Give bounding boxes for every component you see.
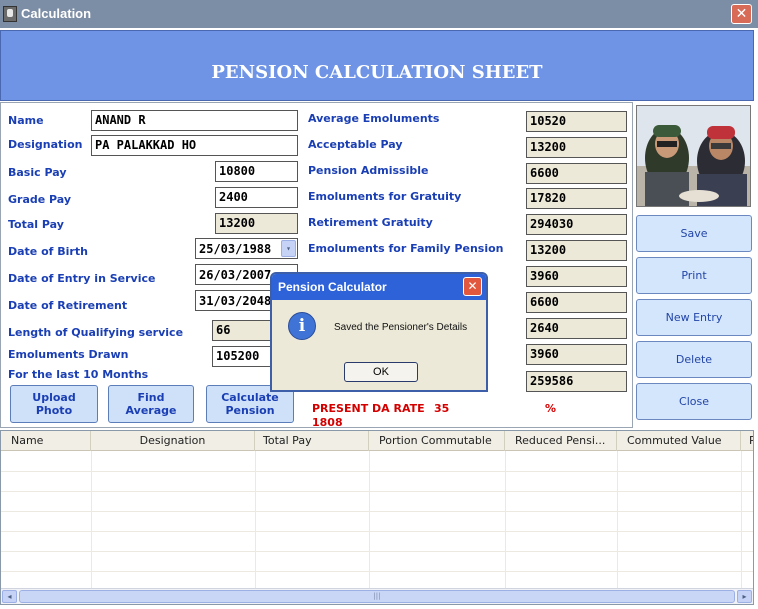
column-header-commuted-value[interactable]: Commuted Value: [617, 431, 741, 451]
doe-value: 26/03/2007: [199, 267, 272, 282]
dob-date-picker[interactable]: 25/03/1988 ▾: [195, 238, 298, 259]
emoluments-family-pension-field: 13200: [526, 240, 627, 261]
new-entry-button[interactable]: New Entry: [636, 299, 752, 336]
pension-admissible-label: Pension Admissible: [308, 164, 429, 177]
designation-label: Designation: [8, 138, 83, 151]
total-pay-label: Total Pay: [8, 218, 64, 231]
grade-pay-field[interactable]: 2400: [215, 187, 298, 208]
qualifying-service-field: 66: [212, 320, 272, 341]
delete-button[interactable]: Delete: [636, 341, 752, 378]
da-rate-label: PRESENT DA RATE: [312, 402, 425, 415]
qualifying-service-label: Length of Qualifying service: [8, 326, 184, 339]
pension-field-10: 3960: [526, 344, 627, 365]
scroll-thumb[interactable]: |||: [19, 590, 735, 603]
last-10-months-label: For the last 10 Months: [8, 368, 149, 381]
basic-pay-label: Basic Pay: [8, 166, 67, 179]
pension-calculator-dialog: Pension Calculator ✕ i Saved the Pension…: [270, 272, 488, 392]
emoluments-drawn-label: Emoluments Drawn: [8, 348, 129, 361]
name-label: Name: [8, 114, 44, 127]
dob-label: Date of Birth: [8, 245, 88, 258]
acceptable-pay-label: Acceptable Pay: [308, 138, 403, 151]
chevron-down-icon[interactable]: ▾: [281, 240, 296, 257]
grid-header: Name Designation Total Pay Portion Commu…: [1, 431, 753, 451]
page-title: PENSION CALCULATION SHEET: [211, 62, 543, 83]
column-header-p[interactable]: P: [741, 431, 753, 451]
pensioner-photo-image: [637, 106, 750, 206]
dialog-close-button[interactable]: ✕: [463, 277, 482, 296]
column-header-portion-commutable[interactable]: Portion Commutable: [369, 431, 505, 451]
info-icon: i: [288, 312, 316, 340]
doe-label: Date of Entry in Service: [8, 272, 156, 285]
designation-field[interactable]: PA PALAKKAD HO: [91, 135, 298, 156]
calculate-pension-label-1: Calculate: [221, 391, 279, 404]
dor-label: Date of Retirement: [8, 299, 128, 312]
column-header-total-pay[interactable]: Total Pay: [255, 431, 369, 451]
column-header-name[interactable]: Name: [1, 431, 91, 451]
total-pay-field: 13200: [215, 213, 298, 234]
find-average-button[interactable]: Find Average: [108, 385, 194, 423]
find-average-label-1: Find: [137, 391, 165, 404]
dob-value: 25/03/1988: [199, 241, 272, 256]
acceptable-pay-field: 13200: [526, 137, 627, 158]
pension-field-11: 259586: [526, 371, 627, 392]
basic-pay-field[interactable]: 10800: [215, 161, 298, 182]
retirement-gratuity-field: 294030: [526, 214, 627, 235]
dor-value: 31/03/2048: [199, 293, 272, 308]
ok-button[interactable]: OK: [344, 362, 418, 382]
pension-field-9: 2640: [526, 318, 627, 339]
emoluments-gratuity-label: Emoluments for Gratuity: [308, 190, 462, 203]
pension-field-8: 6600: [526, 292, 627, 313]
upload-photo-button[interactable]: Upload Photo: [10, 385, 98, 423]
retirement-gratuity-label: Retirement Gratuity: [308, 216, 433, 229]
window-close-button[interactable]: ✕: [731, 4, 752, 24]
horizontal-scrollbar[interactable]: ◂ ||| ▸: [1, 588, 753, 604]
da-rate-year: 1808: [312, 416, 343, 429]
find-average-label-2: Average: [125, 404, 177, 417]
column-header-reduced-pension[interactable]: Reduced Pensi...: [505, 431, 617, 451]
close-button[interactable]: Close: [636, 383, 752, 420]
dialog-title: Pension Calculator: [272, 274, 486, 300]
family-pension-field: 3960: [526, 266, 627, 287]
upload-photo-label-1: Upload: [32, 391, 76, 404]
name-field[interactable]: ANAND R: [91, 110, 298, 131]
window-title-bar: Calculation ✕: [0, 0, 758, 28]
emoluments-family-pension-label: Emoluments for Family Pension: [308, 242, 504, 255]
app-icon: [3, 6, 17, 22]
grade-pay-label: Grade Pay: [8, 193, 72, 206]
emoluments-drawn-field[interactable]: 105200: [212, 346, 272, 367]
da-rate-percent: %: [545, 402, 557, 415]
da-rate-value: 35: [434, 402, 450, 415]
emoluments-gratuity-field: 17820: [526, 188, 627, 209]
dialog-message: Saved the Pensioner's Details: [334, 322, 468, 333]
avg-emoluments-field: 10520: [526, 111, 627, 132]
window-title: Calculation: [21, 6, 92, 21]
calculate-pension-label-2: Pension: [225, 404, 275, 417]
upload-photo-label-2: Photo: [35, 404, 73, 417]
column-header-designation[interactable]: Designation: [91, 431, 255, 451]
scroll-right-icon[interactable]: ▸: [737, 590, 752, 603]
scroll-left-icon[interactable]: ◂: [2, 590, 17, 603]
pension-admissible-field: 6600: [526, 163, 627, 184]
pensioner-photo: [636, 105, 751, 207]
pensioner-grid[interactable]: Name Designation Total Pay Portion Commu…: [0, 430, 754, 605]
header-banner: PENSION CALCULATION SHEET: [0, 30, 754, 101]
print-button[interactable]: Print: [636, 257, 752, 294]
save-button[interactable]: Save: [636, 215, 752, 252]
avg-emoluments-label: Average Emoluments: [308, 112, 440, 125]
